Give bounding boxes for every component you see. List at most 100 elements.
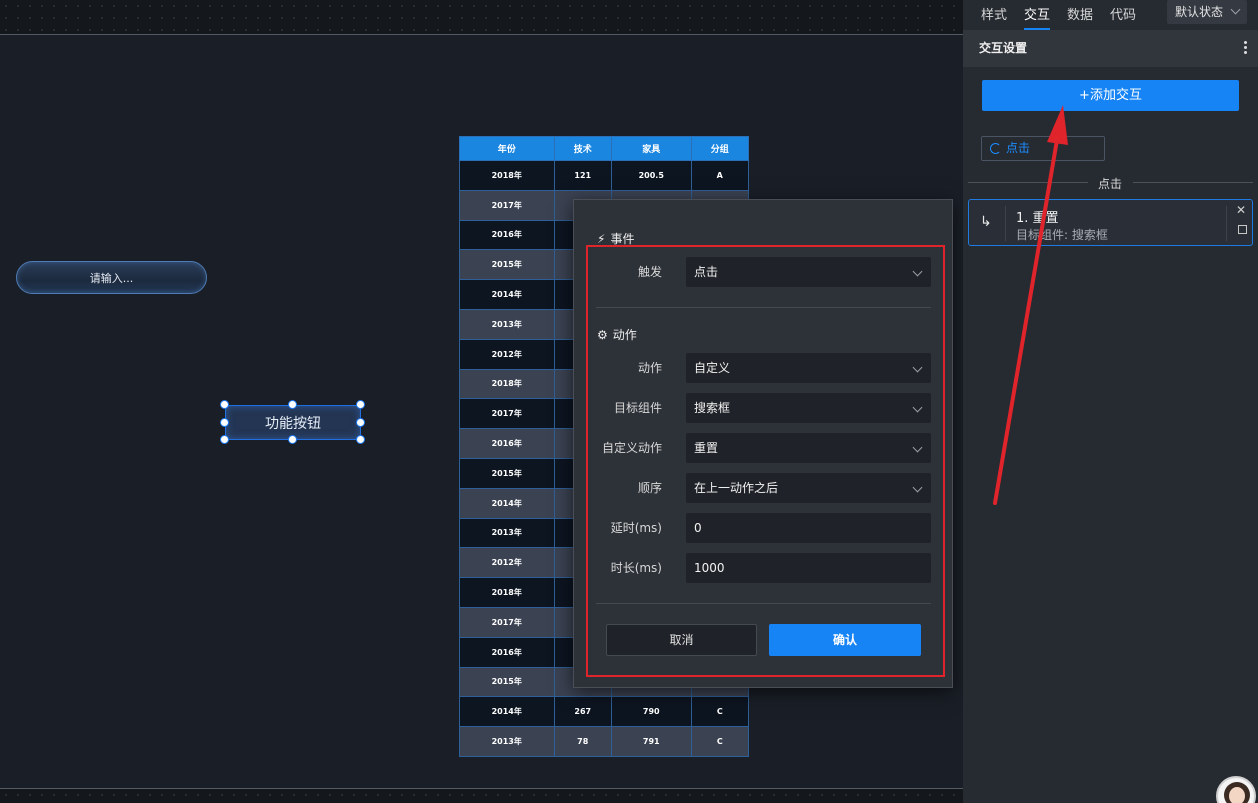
copy-icon[interactable] [1238,225,1247,234]
user-avatar[interactable] [1216,776,1256,803]
resize-handle-mr[interactable] [356,418,365,427]
order-label: 顺序 [637,481,662,495]
table-cell: 2013年 [459,726,555,757]
canvas-top-strip [0,0,963,35]
more-options-icon[interactable] [1244,41,1247,56]
avatar-face [1229,787,1245,803]
delay-label: 延时(ms) [610,521,662,535]
table-cell: C [690,726,749,757]
table-cell: 2015年 [459,666,555,698]
action-label: 动作 [637,361,662,375]
resize-handle-tm[interactable] [288,400,297,409]
panel-header-title: 交互设置 [979,41,1028,55]
chevron-down-icon [912,266,923,277]
add-interaction-button[interactable]: +添加交互 [982,80,1239,111]
cancel-button[interactable]: 取消 [606,624,757,656]
action-icon: ⚙ [597,327,608,342]
search-placeholder: 请输入... [89,271,134,285]
separator-line-right [1133,182,1253,183]
table-cell: 2017年 [459,606,555,638]
order-select-value: 在上一动作之后 [694,481,779,495]
card-divider [1226,206,1227,241]
custom-action-select[interactable]: 重置 [686,433,931,463]
custom-action-label: 自定义动作 [601,441,662,455]
table-cell: 2016年 [459,219,555,251]
table-cell: A [690,160,749,191]
table-header-cell: 分组 [690,136,749,161]
table-row: 2018年 121 200.5 A [459,160,749,191]
tab-style[interactable]: 样式 [981,0,1007,30]
chevron-down-icon [1230,4,1241,15]
trigger-select[interactable]: 点击 [686,257,931,287]
target-label: 目标组件 [613,401,662,415]
right-property-panel: 样式 交互 数据 代码 默认状态 交互设置 +添加交互 点击 点击 ↳ 1. 重… [963,0,1258,803]
click-trigger-chip[interactable]: 点击 [981,136,1105,161]
order-select[interactable]: 在上一动作之后 [686,473,931,503]
event-title-text: 事件 [610,232,635,246]
custom-action-row: 自定义动作 重置 [574,433,954,463]
custom-action-select-value: 重置 [694,441,719,455]
order-row: 顺序 在上一动作之后 [574,473,954,503]
table-cell: 2013年 [459,517,555,549]
search-box-component[interactable]: 请输入... [16,261,207,294]
pointer-click-icon [990,143,1001,154]
table-header-row: 年份 技术 家具 分组 [459,136,749,161]
resize-handle-bl[interactable] [220,435,229,444]
table-header-cell: 年份 [459,136,555,161]
action-title-text: 动作 [612,328,637,342]
duration-input[interactable]: 1000 [686,553,931,583]
table-cell: 2014年 [459,696,555,728]
chevron-down-icon [912,362,923,373]
resize-handle-tr[interactable] [356,400,365,409]
action-section-title: ⚙ 动作 [597,326,637,343]
table-cell: 2015年 [459,457,555,489]
target-row: 目标组件 搜索框 [574,393,954,423]
separator-label: 点击 [1098,177,1123,191]
interaction-settings-header: 交互设置 [963,30,1258,67]
action-card-subtitle: 目标组件: 搜索框 [1016,228,1108,242]
confirm-button[interactable]: 确认 [769,624,921,656]
resize-handle-ml[interactable] [220,418,229,427]
table-cell: 200.5 [610,160,692,191]
table-cell: 2017年 [459,398,555,430]
target-select-value: 搜索框 [694,401,731,415]
state-select-value: 默认状态 [1175,5,1224,19]
footer-divider [596,603,931,604]
delay-input[interactable]: 0 [686,513,931,543]
resize-handle-bm[interactable] [288,435,297,444]
tab-interaction[interactable]: 交互 [1024,0,1051,30]
lightning-icon: ⚡ [597,231,606,246]
state-select[interactable]: 默认状态 [1167,0,1247,24]
chevron-down-icon [912,442,923,453]
table-cell: 267 [553,696,612,728]
table-cell: 121 [553,160,612,191]
table-cell: 2013年 [459,308,555,340]
action-item-card[interactable]: ↳ 1. 重置 目标组件: 搜索框 ✕ [968,199,1253,246]
canvas-bottom-strip [0,788,963,803]
table-cell: 2017年 [459,189,555,221]
table-cell: C [690,696,749,728]
table-cell: 2012年 [459,338,555,370]
separator-line-left [968,182,1088,183]
table-cell: 2012年 [459,547,555,579]
resize-handle-tl[interactable] [220,400,229,409]
close-icon[interactable]: ✕ [1236,203,1246,217]
tab-code[interactable]: 代码 [1110,0,1136,30]
resize-handle-br[interactable] [356,435,365,444]
table-cell: 2018年 [459,160,555,191]
interaction-dialog: ⚡ 事件 触发 点击 ⚙ 动作 动作 自定义 目标组件 搜索框 自定义动作 重置 [573,199,953,688]
trigger-row: 触发 点击 [574,257,954,287]
table-cell: 791 [610,726,692,757]
table-header-cell: 技术 [553,136,612,161]
tab-data[interactable]: 数据 [1067,0,1093,30]
trigger-select-value: 点击 [694,265,719,279]
duration-label: 时长(ms) [610,561,662,575]
action-select[interactable]: 自定义 [686,353,931,383]
section-divider [596,307,931,308]
table-header-cell: 家具 [610,136,692,161]
table-cell: 2014年 [459,487,555,519]
target-component-select[interactable]: 搜索框 [686,393,931,423]
chevron-down-icon [912,482,923,493]
table-cell: 2016年 [459,428,555,459]
table-cell: 790 [610,696,692,728]
